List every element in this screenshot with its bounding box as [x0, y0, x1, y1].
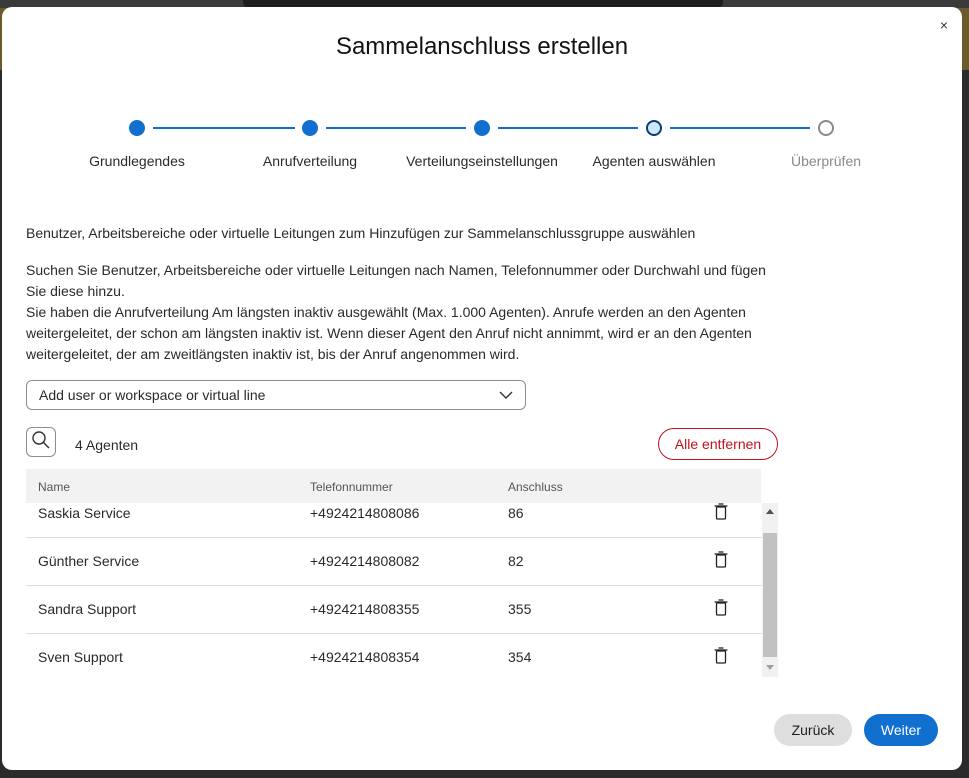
agent-phone: +4924214808086: [310, 505, 420, 521]
step-label-verteilungseinstellungen[interactable]: Verteilungseinstellungen: [406, 153, 558, 169]
step-dot-ueberpruefen: [818, 120, 834, 136]
agent-name: Sandra Support: [38, 601, 137, 617]
step-dot-grundlegendes[interactable]: [129, 120, 145, 136]
step-connector: [670, 127, 810, 129]
agent-phone: +4924214808082: [310, 553, 420, 569]
create-hunt-group-dialog: × Sammelanschluss erstellen Grundlegende…: [2, 7, 962, 770]
step-label-grundlegendes[interactable]: Grundlegendes: [89, 153, 185, 169]
agents-table-body: Saskia Service +4924214808086 86 Günther…: [26, 503, 762, 677]
agent-extension: 355: [508, 601, 532, 617]
step-connector: [498, 127, 638, 129]
add-agent-dropdown[interactable]: Add user or workspace or virtual line: [26, 380, 526, 410]
agent-extension: 354: [508, 649, 532, 665]
search-button[interactable]: [26, 427, 56, 457]
next-button[interactable]: Weiter: [864, 714, 938, 746]
agent-extension: 86: [508, 505, 524, 521]
table-scrollbar[interactable]: [762, 503, 778, 677]
step-dot-anrufverteilung[interactable]: [302, 120, 318, 136]
agent-phone: +4924214808354: [310, 649, 420, 665]
step-label-ueberpruefen: Überprüfen: [790, 153, 862, 169]
column-header-extension[interactable]: Anschluss: [508, 480, 563, 494]
scrollbar-thumb[interactable]: [763, 533, 777, 657]
scroll-down-arrow-icon[interactable]: [766, 665, 774, 670]
search-icon: [31, 430, 51, 455]
trash-icon[interactable]: [714, 551, 728, 572]
agent-name: Günther Service: [38, 553, 140, 569]
column-header-name[interactable]: Name: [38, 480, 70, 494]
trash-icon[interactable]: [714, 599, 728, 620]
chevron-down-icon: [499, 388, 513, 405]
column-header-phone[interactable]: Telefonnummer: [310, 480, 393, 494]
table-row: Sandra Support +4924214808355 355: [26, 585, 762, 634]
trash-icon[interactable]: [714, 647, 728, 668]
scroll-up-arrow-icon[interactable]: [766, 509, 774, 514]
intro-text: Benutzer, Arbeitsbereiche oder virtuelle…: [26, 225, 696, 241]
agent-phone: +4924214808355: [310, 601, 420, 617]
step-connector: [153, 127, 295, 129]
table-header: Name Telefonnummer Anschluss: [26, 469, 761, 503]
trash-icon[interactable]: [714, 503, 728, 524]
table-row: Günther Service +4924214808082 82: [26, 537, 762, 586]
table-row: Saskia Service +4924214808086 86: [26, 503, 762, 538]
agent-extension: 82: [508, 553, 524, 569]
agent-count: 4 Agenten: [75, 437, 139, 453]
dialog-title: Sammelanschluss erstellen: [335, 33, 629, 60]
step-label-anrufverteilung[interactable]: Anrufverteilung: [263, 153, 357, 169]
agent-name: Saskia Service: [38, 505, 131, 521]
distribution-instructions: Sie haben die Anrufverteilung Am längste…: [26, 304, 752, 362]
step-dot-verteilungseinstellungen[interactable]: [474, 120, 490, 136]
step-connector: [326, 127, 466, 129]
table-row: Sven Support +4924214808354 354: [26, 633, 762, 677]
close-icon[interactable]: ×: [940, 17, 948, 33]
dropdown-placeholder: Add user or workspace or virtual line: [39, 387, 266, 403]
agent-name: Sven Support: [38, 649, 123, 665]
remove-all-button[interactable]: Alle entfernen: [658, 428, 778, 460]
step-label-agenten-auswaehlen[interactable]: Agenten auswählen: [593, 153, 716, 169]
step-dot-agenten-auswaehlen[interactable]: [646, 120, 662, 136]
wizard-stepper: Grundlegendes Anrufverteilung Verteilung…: [2, 113, 962, 183]
back-button[interactable]: Zurück: [774, 714, 852, 746]
search-instructions: Suchen Sie Benutzer, Arbeitsbereiche ode…: [26, 262, 766, 299]
